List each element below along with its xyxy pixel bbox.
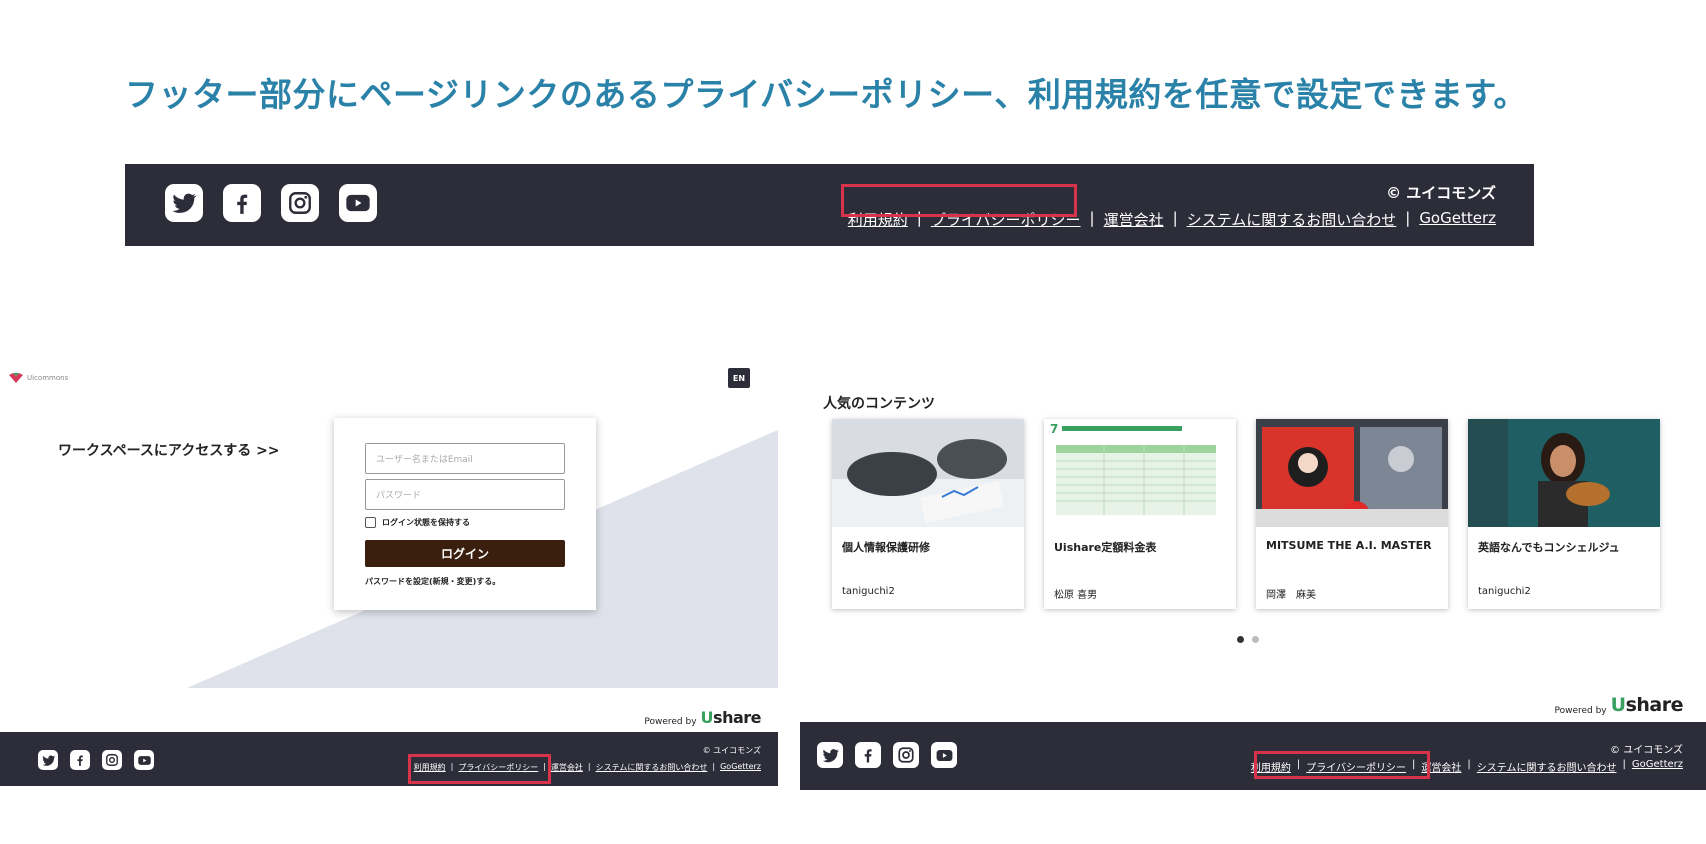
login-footer: © ユイコモンズ 利用規約 | プライバシーポリシー | 運営会社 | システムに関す… (0, 732, 778, 786)
svg-text:7: 7 (1050, 422, 1058, 436)
footer-link-company[interactable]: 運営会社 (551, 762, 583, 773)
content-author: taniguchi2 (842, 586, 895, 597)
instagram-icon[interactable] (281, 184, 319, 222)
link-separator: | (450, 762, 454, 771)
footer-link-terms[interactable]: 利用規約 (848, 209, 908, 230)
youtube-icon[interactable] (134, 750, 154, 770)
footer-link-privacy[interactable]: プライバシーポリシー (458, 762, 538, 773)
logo[interactable]: Uicommons (8, 372, 68, 384)
content-card[interactable]: 7 Uishare定額料金表 松原 喜男 (1044, 419, 1236, 609)
content-card[interactable]: 個人情報保護研修 taniguchi2 (832, 419, 1024, 609)
instagram-icon[interactable] (893, 742, 919, 768)
facebook-icon[interactable] (70, 750, 90, 770)
set-password-link[interactable]: パスワードを設定(新規・変更)する。 (365, 576, 500, 587)
link-separator: | (1089, 209, 1095, 227)
checkbox-box[interactable] (365, 517, 376, 528)
twitter-icon[interactable] (817, 742, 843, 768)
footer-link-privacy[interactable]: プライバシーポリシー (1306, 759, 1406, 774)
facebook-icon[interactable] (223, 184, 261, 222)
copyright-text: © ユイコモンズ (702, 746, 761, 755)
instagram-icon[interactable] (102, 750, 122, 770)
footer-link-system-contact[interactable]: システムに関するお問い合わせ (1477, 759, 1617, 774)
link-separator: | (1172, 209, 1178, 227)
link-separator: | (587, 762, 591, 771)
footer-link-terms[interactable]: 利用規約 (414, 762, 446, 773)
footer-link-company[interactable]: 運営会社 (1104, 209, 1164, 230)
facebook-icon[interactable] (855, 742, 881, 768)
ushare-logo-u: U (700, 708, 714, 727)
footer-link-system-contact[interactable]: システムに関するお問い合わせ (1187, 209, 1397, 230)
footer-link-terms[interactable]: 利用規約 (1251, 759, 1291, 774)
login-screen-preview: Uicommons EN ワークスペースにアクセスする >> ユーザー名またはE… (0, 360, 778, 790)
link-separator: | (1405, 209, 1411, 227)
content-title: MITSUME THE A.I. MASTER (1266, 539, 1432, 552)
footer-link-system-contact[interactable]: システムに関するお問い合わせ (596, 762, 708, 773)
link-separator: | (1467, 759, 1471, 770)
link-separator: | (916, 209, 922, 227)
content-thumbnail: 7 (1044, 419, 1236, 527)
ushare-logo: Ushare (1610, 694, 1684, 716)
powered-by-label: Powered by (644, 717, 697, 727)
content-thumbnail (832, 419, 1024, 527)
content-thumbnail (1256, 419, 1448, 529)
carousel-dot-active[interactable] (1237, 636, 1244, 643)
link-separator: | (712, 762, 716, 771)
footer-link-gogetterz[interactable]: GoGetterz (720, 762, 761, 773)
powered-by-ushare: Powered by Ushare (1554, 694, 1683, 716)
footer-links: 利用規約 | プライバシーポリシー | 運営会社 | システムに関するお問い合わせ | … (848, 209, 1496, 230)
link-separator: | (1296, 759, 1301, 770)
social-icons (38, 750, 154, 770)
ushare-logo: Ushare (700, 708, 762, 727)
carousel-pagination (1237, 636, 1259, 643)
footer-link-company[interactable]: 運営会社 (1421, 759, 1461, 774)
remember-me-checkbox[interactable]: ログイン状態を保持する (365, 517, 470, 528)
content-title: Uishare定額料金表 (1054, 541, 1157, 554)
copyright-text: © ユイコモンズ (1610, 745, 1683, 756)
logo-icon (9, 373, 23, 383)
social-icons (165, 184, 377, 222)
contents-screen-preview: 人気のコンテンツ 個人情報保護研修 taniguchi2 7 Uishare定額… (800, 360, 1706, 790)
twitter-icon[interactable] (165, 184, 203, 222)
large-footer-preview: © ユイコモンズ 利用規約 | プライバシーポリシー | 運営会社 | システムに関す… (125, 164, 1534, 246)
password-input[interactable]: パスワード (365, 479, 565, 510)
content-author: 松原 喜男 (1054, 590, 1098, 601)
content-author: taniguchi2 (1478, 586, 1531, 597)
powered-by-label: Powered by (1554, 706, 1607, 716)
popular-contents-heading: 人気のコンテンツ (823, 396, 935, 412)
footer-link-privacy[interactable]: プライバシーポリシー (931, 209, 1081, 230)
social-icons (817, 742, 957, 768)
ushare-logo-u: U (1610, 694, 1626, 716)
login-card: ユーザー名またはEmail パスワード ログイン状態を保持する ログイン パスワ… (334, 418, 596, 610)
content-title: 英語なんでもコンシェルジュ (1478, 541, 1620, 554)
page-headline: フッター部分にページリンクのあるプライバシーポリシー、利用規約を任意で設定できま… (125, 75, 1528, 114)
contents-footer: © ユイコモンズ 利用規約 | プライバシーポリシー | 運営会社 | システムに関す… (800, 722, 1706, 790)
content-card[interactable]: 英語なんでもコンシェルジュ taniguchi2 (1468, 419, 1660, 609)
content-thumbnail (1468, 419, 1660, 527)
ushare-logo-rest: share (1625, 694, 1684, 716)
twitter-icon[interactable] (38, 750, 58, 770)
youtube-icon[interactable] (931, 742, 957, 768)
content-card[interactable]: MITSUME THE A.I. MASTER 岡澤 麻美 (1256, 419, 1448, 609)
remember-me-label: ログイン状態を保持する (382, 518, 470, 527)
language-toggle-button[interactable]: EN (728, 368, 750, 388)
link-separator: | (543, 762, 546, 771)
footer-links: 利用規約 | プライバシーポリシー | 運営会社 | システムに関するお問い合わせ | … (1251, 759, 1683, 774)
youtube-icon[interactable] (339, 184, 377, 222)
footer-links: 利用規約 | プライバシーポリシー | 運営会社 | システムに関するお問い合わせ | … (414, 762, 761, 773)
username-input[interactable]: ユーザー名またはEmail (365, 443, 565, 474)
link-separator: | (1622, 759, 1626, 770)
footer-link-gogetterz[interactable]: GoGetterz (1419, 209, 1496, 230)
login-button[interactable]: ログイン (365, 540, 565, 567)
logo-text: Uicommons (27, 374, 69, 382)
ushare-logo-rest: share (713, 708, 761, 727)
content-author: 岡澤 麻美 (1266, 590, 1316, 601)
link-separator: | (1412, 759, 1416, 770)
footer-link-gogetterz[interactable]: GoGetterz (1632, 759, 1683, 774)
content-title: 個人情報保護研修 (842, 541, 930, 554)
carousel-dot[interactable] (1252, 636, 1259, 643)
powered-by-ushare: Powered by Ushare (644, 708, 761, 727)
copyright-text: © ユイコモンズ (1386, 184, 1496, 202)
